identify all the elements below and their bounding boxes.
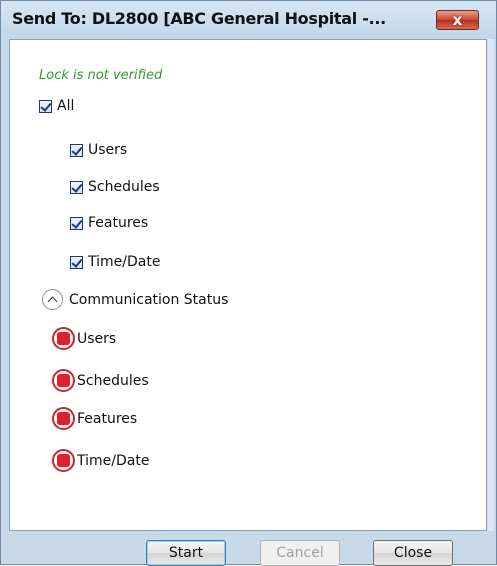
dialog-content: Lock is not verified All Users Schedules… — [9, 39, 487, 531]
status-item-users: Users — [52, 327, 116, 350]
status-item-label: Time/Date — [77, 452, 150, 469]
checkbox-checked-icon[interactable] — [70, 255, 83, 269]
checkbox-schedules-label: Schedules — [88, 179, 160, 195]
close-icon: x — [452, 11, 463, 29]
checkbox-checked-icon[interactable] — [70, 216, 83, 230]
cancel-button[interactable]: Cancel — [260, 540, 340, 566]
start-button[interactable]: Start — [146, 540, 226, 566]
checkbox-checked-icon[interactable] — [70, 180, 83, 194]
lock-status-text: Lock is not verified — [39, 68, 163, 83]
checkbox-features[interactable]: Features — [70, 213, 148, 233]
checkbox-checked-icon[interactable] — [70, 143, 83, 157]
checkbox-users[interactable]: Users — [70, 140, 127, 160]
checkbox-time-date[interactable]: Time/Date — [70, 252, 160, 272]
checkbox-time-date-label: Time/Date — [88, 254, 161, 270]
red-stop-icon — [52, 327, 75, 350]
checkbox-checked-icon[interactable] — [39, 99, 52, 113]
status-item-label: Users — [77, 330, 117, 347]
checkbox-features-label: Features — [88, 215, 149, 231]
status-item-time-date: Time/Date — [52, 449, 149, 472]
status-item-label: Features — [77, 410, 138, 427]
send-to-dialog: Send To: DL2800 [ABC General Hospital -.… — [0, 0, 497, 566]
checkbox-users-label: Users — [88, 142, 128, 158]
chevron-up-icon[interactable] — [42, 289, 63, 310]
communication-status-header: Communication Status — [69, 291, 229, 308]
communication-status-expander[interactable]: Communication Status — [42, 289, 228, 310]
close-button[interactable]: Close — [373, 540, 453, 566]
status-item-label: Schedules — [77, 372, 149, 389]
status-item-features: Features — [52, 407, 137, 430]
red-stop-icon — [52, 449, 75, 472]
window-title: Send To: DL2800 [ABC General Hospital -.… — [12, 9, 386, 28]
title-bar[interactable]: Send To: DL2800 [ABC General Hospital -.… — [1, 1, 496, 39]
checkbox-all-label: All — [57, 98, 75, 114]
red-stop-icon — [52, 369, 75, 392]
checkbox-schedules[interactable]: Schedules — [70, 177, 160, 197]
red-stop-icon — [52, 407, 75, 430]
close-window-button[interactable]: x — [436, 10, 479, 30]
status-item-schedules: Schedules — [52, 369, 149, 392]
button-bar: Start Cancel Close — [1, 531, 496, 566]
checkbox-all[interactable]: All — [39, 96, 74, 116]
content-edge — [488, 39, 494, 531]
